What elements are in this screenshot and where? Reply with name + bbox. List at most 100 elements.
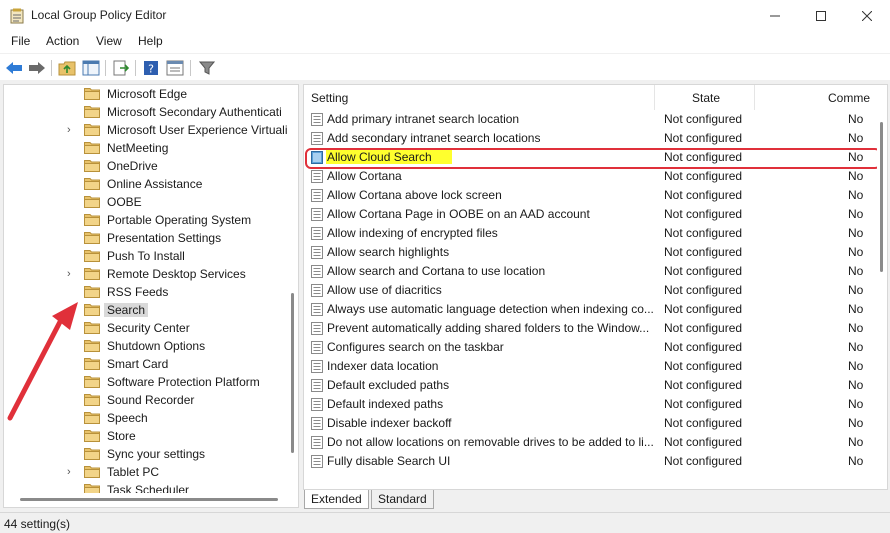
setting-row[interactable]: Configures search on the taskbar Not conf… (304, 338, 876, 357)
setting-row[interactable]: Disable indexer backoff Not configured No (304, 414, 876, 433)
setting-row[interactable]: Allow indexing of encrypted files Not con… (304, 224, 876, 243)
tree-item[interactable]: Security Center (4, 319, 286, 337)
setting-row[interactable]: Allow search and Cortana to use location… (304, 262, 876, 281)
tree-item-label: Smart Card (107, 357, 169, 371)
minimize-button[interactable] (752, 0, 798, 31)
setting-row[interactable]: Allow Cortana Page in OOBE on an AAD acc… (304, 205, 876, 224)
tree-item-label: Remote Desktop Services (107, 267, 246, 281)
tree-item[interactable]: Smart Card (4, 355, 286, 373)
setting-row[interactable]: Prevent automatically adding shared fold… (304, 319, 876, 338)
minimize-icon (770, 15, 780, 16)
forward-button[interactable] (27, 58, 47, 78)
tree-item[interactable]: OneDrive (4, 157, 286, 175)
tree-item[interactable]: › Microsoft User Experience Virtuali (4, 121, 288, 139)
expand-chevron-icon[interactable]: › (67, 267, 77, 281)
menu-file[interactable]: File (10, 34, 31, 48)
tab-extended[interactable]: Extended (304, 490, 369, 509)
scrollbar-thumb[interactable] (880, 122, 883, 272)
setting-name: Allow search and Cortana to use location (327, 264, 546, 278)
status-text: 44 setting(s) (4, 517, 71, 531)
setting-row[interactable]: Do not allow locations on removable driv… (304, 433, 876, 452)
tree-item-label: Sound Recorder (107, 393, 195, 407)
setting-row[interactable]: Fully disable Search UI Not configured No (304, 452, 876, 471)
setting-state: Not configured (664, 340, 743, 354)
settings-vertical-scrollbar[interactable] (877, 110, 887, 489)
setting-row[interactable]: Allow use of diacritics Not configured No (304, 281, 876, 300)
setting-row[interactable]: Add secondary intranet search locations N… (304, 129, 876, 148)
setting-row[interactable]: Indexer data location Not configured No (304, 357, 876, 376)
tree-item[interactable]: Push To Install (4, 247, 286, 265)
tree-item[interactable]: Portable Operating System (4, 211, 286, 229)
folder-icon (84, 214, 100, 226)
export-list-button[interactable] (111, 58, 131, 78)
setting-name: Disable indexer backoff (327, 416, 452, 430)
tree-item[interactable]: Sound Recorder (4, 391, 286, 409)
menu-help[interactable]: Help (137, 34, 164, 48)
tree-item[interactable]: Online Assistance (4, 175, 286, 193)
setting-state: Not configured (664, 435, 743, 449)
setting-row[interactable]: Default excluded paths Not configured No (304, 376, 876, 395)
close-button[interactable] (844, 0, 890, 31)
tree-pane: Microsoft Edge Microsoft Secondary Authen… (3, 84, 299, 508)
scrollbar-thumb[interactable] (291, 293, 294, 453)
tab-standard[interactable]: Standard (371, 490, 434, 509)
filter-button[interactable] (197, 58, 217, 78)
expand-chevron-icon[interactable]: › (67, 123, 77, 137)
up-folder-button[interactable] (57, 58, 77, 78)
status-bar: 44 setting(s) (0, 512, 890, 533)
folder-icon (84, 268, 100, 280)
folder-icon (84, 286, 100, 298)
tree-item[interactable]: NetMeeting (4, 139, 286, 157)
tree-item[interactable]: Search (4, 301, 286, 319)
tree-item[interactable]: OOBE (4, 193, 286, 211)
menu-view[interactable]: View (95, 34, 123, 48)
policy-setting-icon (311, 341, 323, 354)
tree-item[interactable]: Sync your settings (4, 445, 286, 463)
column-header-state[interactable]: State (655, 85, 755, 110)
column-header-comment[interactable]: Comme (755, 85, 877, 110)
tree-item-label: Sync your settings (107, 447, 206, 461)
tree-item[interactable]: RSS Feeds (4, 283, 286, 301)
setting-row[interactable]: Allow Cortana Not configured No (304, 167, 876, 186)
maximize-button[interactable] (798, 0, 844, 31)
tree-item[interactable]: Shutdown Options (4, 337, 286, 355)
tree-vertical-scrollbar[interactable] (288, 85, 298, 493)
properties-icon (166, 60, 184, 76)
folder-icon (84, 124, 100, 136)
tree-item[interactable]: › Remote Desktop Services (4, 265, 286, 283)
tree-item-label: Shutdown Options (107, 339, 206, 353)
properties-button[interactable] (165, 58, 185, 78)
tree-item[interactable]: Microsoft Secondary Authenticati (4, 103, 286, 121)
folder-icon (84, 358, 100, 370)
setting-row[interactable]: Allow Cortana above lock screen Not confi… (304, 186, 876, 205)
tree-item[interactable]: Speech (4, 409, 286, 427)
export-list-icon (113, 60, 130, 76)
setting-comment: No (848, 378, 864, 392)
scrollbar-thumb[interactable] (20, 498, 278, 501)
policy-setting-icon (311, 436, 323, 449)
help-button[interactable]: ? (141, 58, 161, 78)
setting-row[interactable]: Default indexed paths Not configured No (304, 395, 876, 414)
show-hide-tree-button[interactable] (81, 58, 101, 78)
setting-row[interactable]: Add primary intranet search location Not … (304, 110, 876, 129)
column-header-setting[interactable]: Setting (304, 85, 654, 110)
tree-item[interactable]: Presentation Settings (4, 229, 286, 247)
tree-item[interactable]: Microsoft Edge (4, 85, 286, 103)
setting-name: Allow indexing of encrypted files (327, 226, 498, 240)
tree-horizontal-scrollbar[interactable] (4, 493, 298, 507)
setting-row[interactable]: Always use automatic language detection … (304, 300, 876, 319)
setting-row[interactable]: Allow search highlights Not configured No (304, 243, 876, 262)
folder-icon (84, 142, 100, 154)
close-icon (862, 10, 872, 21)
folder-icon (84, 394, 100, 406)
back-button[interactable] (4, 58, 24, 78)
setting-state: Not configured (664, 283, 743, 297)
setting-comment: No (848, 340, 864, 354)
expand-chevron-icon[interactable]: › (67, 465, 77, 479)
policy-setting-icon (311, 189, 323, 202)
setting-state: Not configured (664, 207, 743, 221)
tree-item[interactable]: Software Protection Platform (4, 373, 286, 391)
tree-item[interactable]: Store (4, 427, 286, 445)
tree-item[interactable]: › Tablet PC (4, 463, 286, 481)
menu-action[interactable]: Action (45, 34, 80, 48)
